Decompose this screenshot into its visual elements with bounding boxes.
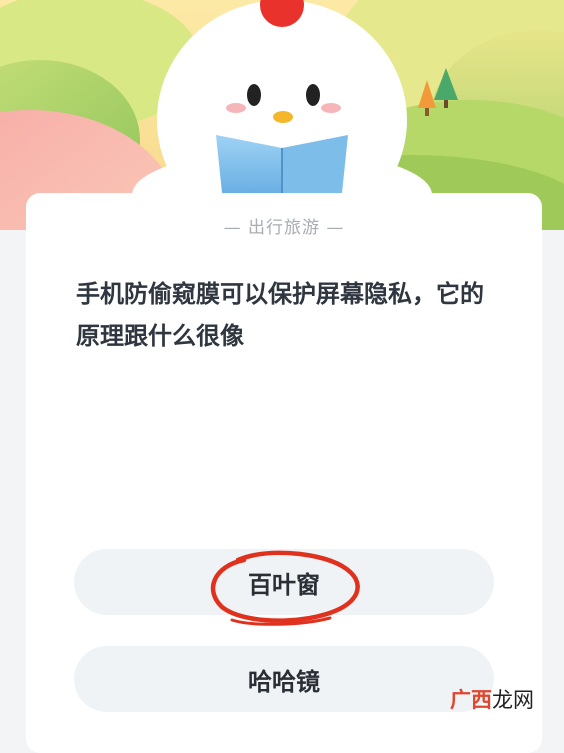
watermark-part1: 广西 <box>450 688 492 712</box>
option-button-1[interactable]: 百叶窗 <box>74 549 494 615</box>
watermark: 广西龙网 <box>450 684 534 714</box>
question-text: 手机防偷窥膜可以保护屏幕隐私，它的原理跟什么很像 <box>76 280 484 350</box>
option-button-2[interactable]: 哈哈镜 <box>74 646 494 712</box>
watermark-part2: 龙网 <box>492 688 534 712</box>
category-label: — 出行旅游 — <box>223 218 345 238</box>
option-label: 百叶窗 <box>248 570 320 599</box>
question-card: — 出行旅游 — 手机防偷窥膜可以保护屏幕隐私，它的原理跟什么很像 百叶窗 哈哈… <box>26 193 542 753</box>
option-label: 哈哈镜 <box>248 667 320 696</box>
